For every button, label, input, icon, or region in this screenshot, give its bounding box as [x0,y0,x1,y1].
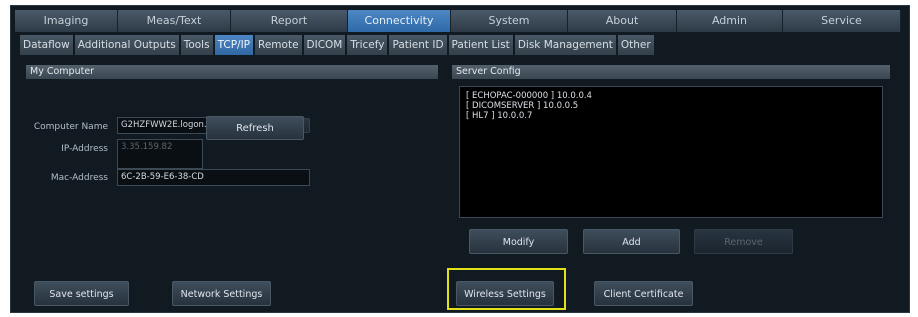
top-tab-bar: Imaging Meas/Text Report Connectivity Sy… [15,10,901,32]
client-certificate-button[interactable]: Client Certificate [594,281,693,306]
add-button[interactable]: Add [583,229,680,254]
subtab-dataflow[interactable]: Dataflow [20,35,73,55]
network-settings-button[interactable]: Network Settings [172,281,271,306]
subtab-tools[interactable]: Tools [180,35,213,55]
tab-imaging[interactable]: Imaging [15,10,118,32]
remove-button[interactable]: Remove [694,229,793,254]
subtab-remote[interactable]: Remote [255,35,302,55]
ip-address-field[interactable]: 3.35.159.82 [117,139,203,169]
modify-button[interactable]: Modify [469,229,568,254]
subtab-dicom[interactable]: DICOM [303,35,346,55]
tab-admin[interactable]: Admin [677,10,783,32]
subtab-tricefy[interactable]: Tricefy [347,35,388,55]
subtab-tcp-ip[interactable]: TCP/IP [214,35,254,55]
mac-address-field: 6C-2B-59-E6-38-CD [117,169,310,186]
subtab-additional-outputs[interactable]: Additional Outputs [74,35,179,55]
server-item-dicomserver[interactable]: [ DICOMSERVER ] 10.0.0.5 [466,101,876,111]
save-settings-button[interactable]: Save settings [34,281,129,306]
tab-connectivity[interactable]: Connectivity [348,10,451,32]
mac-address-label: Mac-Address [50,173,108,183]
sub-tab-bar: Dataflow Additional Outputs Tools TCP/IP… [20,35,654,55]
computer-name-label: Computer Name [33,122,108,132]
tab-system[interactable]: System [451,10,568,32]
server-item-hl7[interactable]: [ HL7 ] 10.0.0.7 [466,111,876,121]
tab-service[interactable]: Service [783,10,901,32]
server-config-header: Server Config [452,65,890,79]
subtab-patient-id[interactable]: Patient ID [389,35,447,55]
ip-address-label: IP-Address [61,144,108,154]
my-computer-header: My Computer [26,65,438,79]
server-item-echopac[interactable]: [ ECHOPAC-000000 ] 10.0.0.4 [466,91,876,101]
tab-about[interactable]: About [568,10,677,32]
tab-report[interactable]: Report [231,10,348,32]
subtab-other[interactable]: Other [617,35,654,55]
server-list[interactable]: [ ECHOPAC-000000 ] 10.0.0.4 [ DICOMSERVE… [459,86,883,218]
screen: Imaging Meas/Text Report Connectivity Sy… [0,0,918,317]
refresh-button[interactable]: Refresh [206,116,304,140]
subtab-disk-management[interactable]: Disk Management [514,35,616,55]
tab-meas-text[interactable]: Meas/Text [118,10,231,32]
wireless-settings-button[interactable]: Wireless Settings [456,281,554,306]
subtab-patient-list[interactable]: Patient List [448,35,513,55]
